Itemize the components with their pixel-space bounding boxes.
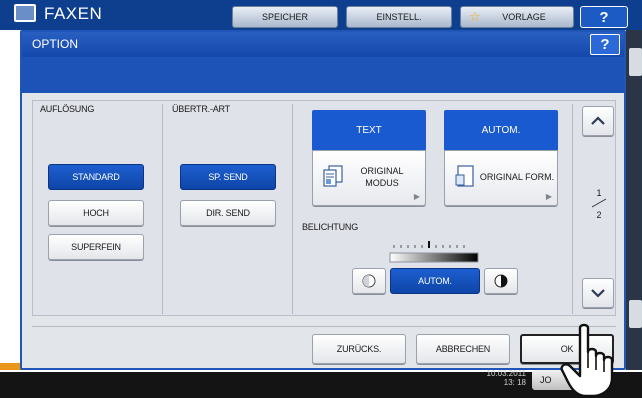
transfer-sp-send-button[interactable]: SP. SEND	[180, 164, 276, 190]
lighter-icon	[362, 274, 376, 288]
original-mode-label-line2: MODUS	[365, 178, 399, 188]
chevron-down-icon	[591, 289, 605, 298]
original-format-label: ORIGINAL FORM.	[479, 172, 555, 182]
original-mode-current: TEXT	[312, 110, 426, 150]
divider	[572, 104, 573, 314]
expand-arrow-icon: ▶	[545, 192, 552, 201]
dialog-titlebar: OPTION ?	[22, 32, 624, 57]
resolution-superfein-button[interactable]: SUPERFEIN	[48, 234, 144, 260]
star-icon: ☆	[469, 9, 481, 24]
clock-time: 13: 18	[503, 378, 526, 387]
resolution-standard-button[interactable]: STANDARD	[48, 164, 144, 190]
tab-speicher[interactable]: SPEICHER	[232, 6, 338, 28]
tab-vorlage-label: VORLAGE	[502, 12, 546, 22]
dialog-message-bar	[22, 57, 624, 93]
tab-vorlage[interactable]: ☆ VORLAGE	[460, 6, 574, 28]
app-title: FAXEN	[44, 4, 103, 23]
transfer-type-label: ÜBERTR.-ART	[172, 104, 230, 114]
document-mode-icon	[323, 165, 343, 187]
divider	[32, 326, 616, 327]
page-size-icon	[455, 165, 474, 187]
app-help-button[interactable]: ?	[580, 6, 628, 28]
fax-icon	[14, 4, 36, 22]
exposure-darker-button[interactable]	[484, 268, 518, 294]
darker-icon	[494, 274, 508, 288]
divider	[162, 104, 163, 314]
exposure-label: BELICHTUNG	[302, 222, 359, 232]
dialog-title: OPTION	[32, 37, 79, 51]
page-up-button[interactable]	[582, 106, 614, 136]
resolution-hoch-button[interactable]: HOCH	[48, 200, 144, 226]
option-dialog: OPTION ? AUFLÖSUNG STANDARD HOCH SUPERFE…	[20, 30, 626, 370]
exposure-auto-button[interactable]: AUTOM.	[390, 268, 480, 294]
original-format-button[interactable]: ORIGINAL FORM. ▶	[444, 150, 558, 206]
original-mode-label-line1: ORIGINAL	[360, 166, 404, 176]
transfer-dir-send-button[interactable]: DIR. SEND	[180, 200, 276, 226]
divider	[292, 104, 293, 314]
side-strip	[626, 30, 642, 370]
page-divider-icon	[591, 198, 607, 208]
hand-cursor-icon	[560, 323, 614, 398]
page-current: 1	[596, 188, 602, 198]
side-tile	[629, 48, 642, 76]
chevron-up-icon	[591, 116, 605, 125]
expand-arrow-icon: ▶	[413, 192, 420, 201]
reset-button[interactable]: ZURÜCKS.	[312, 334, 406, 364]
clock: 10.03.2011 13: 18	[482, 369, 526, 387]
original-mode-text: ORIGINAL MODUS	[347, 165, 417, 189]
side-tile	[629, 300, 642, 328]
resolution-label: AUFLÖSUNG	[40, 104, 95, 114]
cancel-button[interactable]: ABBRECHEN	[416, 334, 510, 364]
page-total: 2	[596, 210, 602, 220]
page-down-button[interactable]	[582, 278, 614, 308]
original-mode-button[interactable]: ORIGINAL MODUS ▶	[312, 150, 426, 206]
dialog-help-button[interactable]: ?	[590, 34, 620, 55]
tab-einstell[interactable]: EINSTELL.	[346, 6, 452, 28]
clock-date: 10.03.2011	[486, 369, 526, 378]
original-format-current: AUTOM.	[444, 110, 558, 150]
exposure-lighter-button[interactable]	[352, 268, 386, 294]
page-indicator: 1 2	[584, 188, 614, 220]
